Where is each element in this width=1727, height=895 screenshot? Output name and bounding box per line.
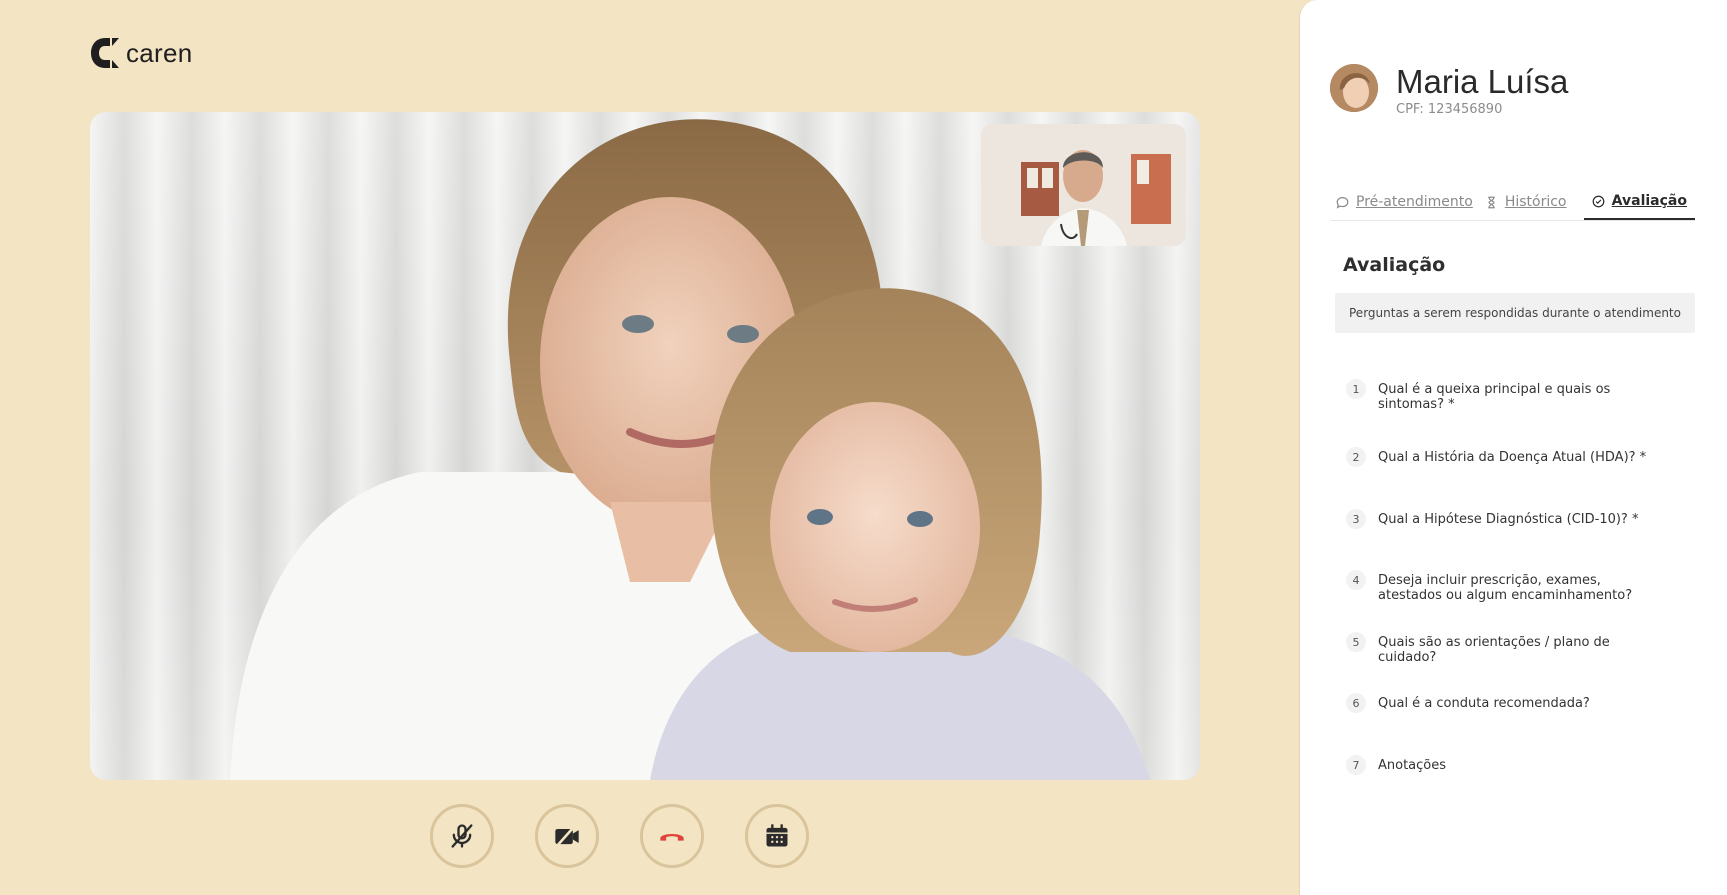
question-text: Anotações	[1378, 758, 1447, 773]
question-item[interactable]: 5 Quais são as orientações / plano de cu…	[1346, 632, 1668, 665]
doctor-video-image	[981, 124, 1186, 246]
hourglass-icon	[1488, 196, 1495, 208]
question-number: 5	[1346, 632, 1366, 652]
patient-cpf: CPF: 123456890	[1396, 102, 1503, 117]
avatar-image	[1330, 64, 1378, 112]
question-text: Qual a Hipótese Diagnóstica (CID-10)? *	[1378, 512, 1639, 527]
patient-header: Maria Luísa CPF: 123456890	[1330, 64, 1568, 117]
end-call-icon	[660, 833, 684, 841]
question-number: 2	[1346, 447, 1366, 467]
question-item[interactable]: 3 Qual a Hipótese Diagnóstica (CID-10)? …	[1346, 509, 1668, 529]
question-number: 1	[1346, 379, 1366, 399]
camera-toggle-button[interactable]	[535, 804, 599, 868]
question-item[interactable]: 2 Qual a História da Doença Atual (HDA)?…	[1346, 447, 1668, 467]
patient-name: Maria Luísa	[1396, 63, 1569, 100]
end-call-button[interactable]	[640, 804, 704, 868]
tab-label: Pré-atendimento	[1356, 194, 1473, 210]
question-item[interactable]: 7 Anotações	[1346, 755, 1668, 775]
chat-bubble-icon	[1336, 196, 1349, 209]
call-controls	[430, 804, 809, 868]
question-text: Deseja incluir prescrição, exames, atest…	[1378, 573, 1633, 603]
question-number: 4	[1346, 570, 1366, 590]
question-number: 3	[1346, 509, 1366, 529]
question-text: Qual é a conduta recomendada?	[1378, 696, 1590, 711]
mute-microphone-button[interactable]	[430, 804, 494, 868]
question-text: Qual é a queixa principal e quais os sin…	[1378, 382, 1611, 412]
doctor-video-feed	[981, 124, 1186, 246]
question-number: 7	[1346, 755, 1366, 775]
camera-off-icon	[555, 824, 579, 848]
tab-historico[interactable]: Histórico	[1479, 184, 1573, 220]
tab-label: Avaliação	[1611, 193, 1687, 209]
question-item[interactable]: 1 Qual é a queixa principal e quais os s…	[1346, 379, 1668, 412]
info-banner: Perguntas a serem respondidas durante o …	[1335, 293, 1695, 333]
check-circle-icon	[1592, 195, 1605, 207]
caren-logo: caren	[90, 36, 193, 70]
question-item[interactable]: 6 Qual é a conduta recomendada?	[1346, 693, 1668, 713]
tab-label: Histórico	[1504, 194, 1567, 210]
mic-off-icon	[451, 824, 473, 848]
schedule-button[interactable]	[745, 804, 809, 868]
caren-logo-icon	[91, 38, 119, 68]
panel-tabs: Pré-atendimento Histórico Avaliação	[1330, 184, 1695, 221]
patient-avatar	[1330, 64, 1378, 112]
calendar-icon	[766, 824, 788, 847]
tab-pre-atendimento[interactable]: Pré-atendimento	[1330, 184, 1479, 220]
patient-panel: Maria Luísa CPF: 123456890 Pré-atendimen…	[1299, 0, 1727, 895]
brand-name: caren	[126, 37, 193, 68]
section-title: Avaliação	[1343, 254, 1446, 276]
tab-avaliacao[interactable]: Avaliação	[1583, 184, 1695, 220]
question-text: Quais são as orientações / plano de cuid…	[1378, 635, 1610, 665]
question-text: Qual a História da Doença Atual (HDA)? *	[1378, 450, 1647, 465]
question-number: 6	[1346, 693, 1366, 713]
question-item[interactable]: 4 Deseja incluir prescrição, exames, ate…	[1346, 570, 1658, 603]
